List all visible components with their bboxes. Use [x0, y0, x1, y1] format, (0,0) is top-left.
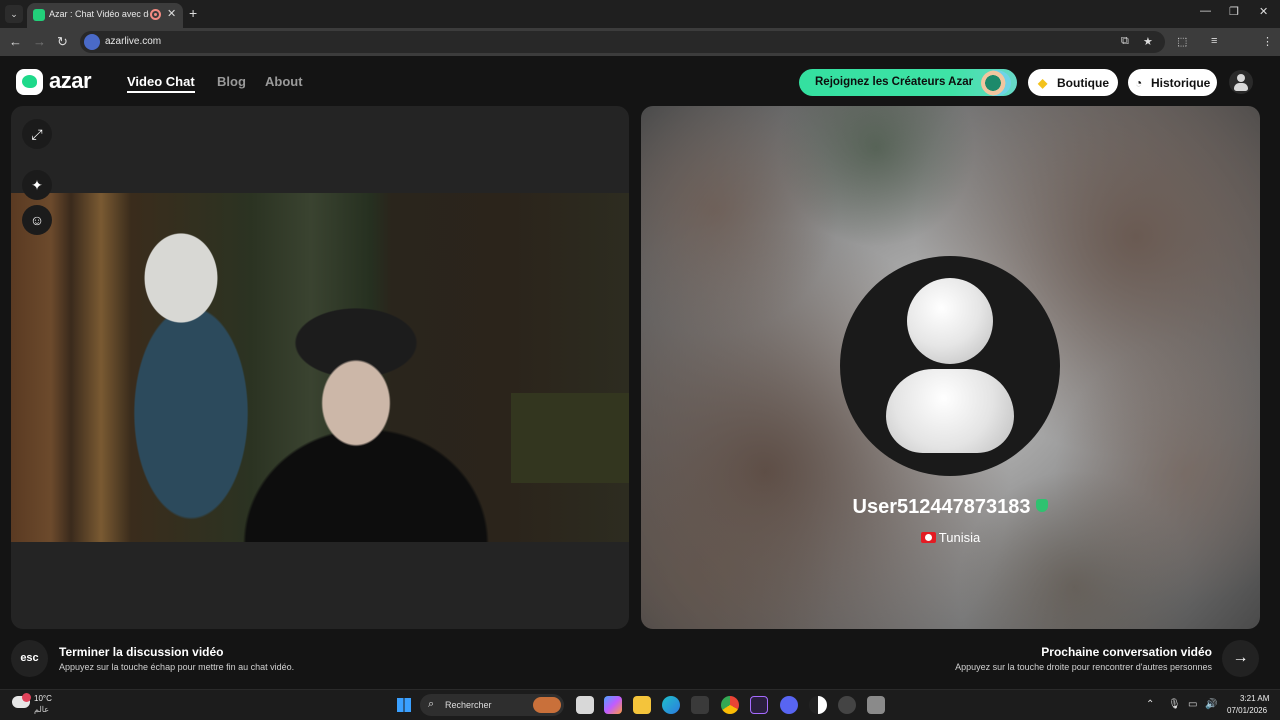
- discord-icon[interactable]: [780, 696, 798, 714]
- camera-background: [511, 393, 629, 483]
- site-info-icon[interactable]: [84, 34, 100, 50]
- azar-app: azar Video Chat Blog About Rejoignez les…: [0, 56, 1280, 689]
- join-creators-label: Rejoignez les Créateurs Azar: [815, 76, 974, 88]
- network-icon[interactable]: ▭: [1188, 699, 1197, 710]
- browser-menu-icon[interactable]: ⋮: [1262, 35, 1273, 48]
- sparkle-icon[interactable]: ✦: [22, 170, 52, 200]
- avatar-head: [907, 278, 993, 364]
- nav-video-chat[interactable]: Video Chat: [127, 74, 195, 93]
- app-icon[interactable]: [838, 696, 856, 714]
- end-chat-title: Terminer la discussion vidéo: [59, 645, 224, 659]
- gem-icon: ◆: [1038, 76, 1048, 90]
- search-highlight-icon: [533, 697, 561, 713]
- tab-search-icon[interactable]: ⌄: [5, 5, 23, 23]
- face-filter-icon[interactable]: ☺: [22, 205, 52, 235]
- next-chat-button[interactable]: →: [1222, 640, 1259, 677]
- join-creators-button[interactable]: Rejoignez les Créateurs Azar: [799, 69, 1017, 96]
- azar-logo-icon[interactable]: [16, 69, 43, 95]
- address-bar[interactable]: azarlive.com: [80, 31, 1165, 53]
- next-chat-title: Prochaine conversation vidéo: [1041, 645, 1212, 659]
- creators-illustration-icon: [981, 70, 1011, 96]
- back-icon[interactable]: ←: [9, 34, 22, 49]
- weather-temperature[interactable]: 10°C: [34, 694, 52, 703]
- search-icon: ⌕: [428, 698, 435, 710]
- tab-close-icon[interactable]: ✕: [167, 7, 176, 20]
- expand-icon[interactable]: ⤢: [22, 119, 52, 149]
- tunisia-flag-icon: [920, 532, 936, 543]
- premiere-icon[interactable]: [750, 696, 768, 714]
- nav-blog[interactable]: Blog: [217, 74, 246, 89]
- bookmark-star-icon[interactable]: ★: [1143, 35, 1153, 48]
- verified-badge-icon: [1036, 499, 1049, 512]
- shop-button[interactable]: ◆ Boutique: [1028, 69, 1118, 96]
- clock-date[interactable]: 07/01/2026: [1227, 706, 1267, 715]
- partner-video-panel: User512447873183 Tunisia: [641, 106, 1260, 629]
- install-app-icon[interactable]: ⧉: [1121, 35, 1129, 48]
- windows-start-icon[interactable]: [397, 698, 411, 712]
- browser-tabbar: ⌄ Azar : Chat Vidéo avec de n ✕ + — ❐ ✕: [0, 0, 1280, 28]
- partner-country-row: Tunisia: [641, 530, 1260, 545]
- partner-username-row: User512447873183: [641, 496, 1260, 519]
- self-video-panel: ⤢ ✦ ☺: [11, 106, 629, 629]
- file-explorer-icon[interactable]: [633, 696, 651, 714]
- end-chat-button[interactable]: esc: [11, 640, 48, 677]
- azar-logo-text[interactable]: azar: [49, 68, 92, 94]
- clock-icon: ◔: [1135, 76, 1143, 90]
- extensions-icon[interactable]: ⬚: [1177, 35, 1187, 48]
- reading-list-icon[interactable]: ≡: [1211, 35, 1217, 47]
- self-camera-feed: [11, 193, 629, 542]
- recording-icon: [150, 9, 161, 20]
- chrome-icon[interactable]: [721, 696, 739, 714]
- avatar-body: [886, 369, 1014, 453]
- history-label: Historique: [1151, 76, 1211, 90]
- url-text: azarlive.com: [105, 36, 162, 47]
- reload-icon[interactable]: ↻: [57, 34, 68, 50]
- tray-chevron-icon[interactable]: ⌃: [1146, 699, 1154, 710]
- shop-label: Boutique: [1057, 76, 1109, 90]
- tab-title: Azar : Chat Vidéo avec de n: [49, 9, 149, 19]
- history-button[interactable]: ◔ Historique: [1128, 69, 1217, 96]
- partner-username: User512447873183: [852, 496, 1031, 518]
- task-view-icon[interactable]: [576, 696, 594, 714]
- browser-tab[interactable]: Azar : Chat Vidéo avec de n ✕: [27, 3, 183, 28]
- arrow-right-icon: →: [1232, 649, 1249, 666]
- next-chat-description: Appuyez sur la touche droite pour rencon…: [955, 662, 1212, 672]
- taskbar-search[interactable]: ⌕ Rechercher: [420, 694, 564, 716]
- minimize-icon[interactable]: —: [1200, 5, 1211, 17]
- copilot-icon[interactable]: [604, 696, 622, 714]
- volume-icon[interactable]: 🔊: [1205, 699, 1217, 710]
- clock-time[interactable]: 3:21 AM: [1240, 694, 1269, 703]
- weather-alert-badge: [22, 693, 31, 702]
- restore-icon[interactable]: ❐: [1229, 5, 1239, 18]
- windows-taskbar: 10°C عالم ⌕ Rechercher ⌃ 🎙 ▭ 🔊 3:21 AM 0…: [0, 689, 1280, 720]
- taskbar-search-placeholder: Rechercher: [445, 700, 492, 710]
- close-window-icon[interactable]: ✕: [1259, 5, 1268, 18]
- end-chat-description: Appuyez sur la touche échap pour mettre …: [59, 662, 295, 672]
- edge-icon[interactable]: [662, 696, 680, 714]
- obs-icon[interactable]: [809, 696, 827, 714]
- partner-country: Tunisia: [938, 530, 981, 545]
- microphone-icon[interactable]: 🎙: [1168, 699, 1181, 710]
- new-tab-icon[interactable]: +: [189, 5, 197, 21]
- calculator-icon[interactable]: [867, 696, 885, 714]
- weather-location[interactable]: عالم: [34, 705, 49, 714]
- nav-about[interactable]: About: [265, 74, 303, 89]
- partner-avatar-icon: [840, 256, 1060, 476]
- profile-avatar-icon[interactable]: [1229, 70, 1253, 94]
- store-icon[interactable]: [691, 696, 709, 714]
- forward-icon[interactable]: →: [33, 34, 46, 49]
- azar-favicon-icon: [33, 9, 45, 21]
- browser-toolbar: ← → ↻ azarlive.com ⧉ ★ ⬚ ≡ ⋮: [0, 28, 1280, 77]
